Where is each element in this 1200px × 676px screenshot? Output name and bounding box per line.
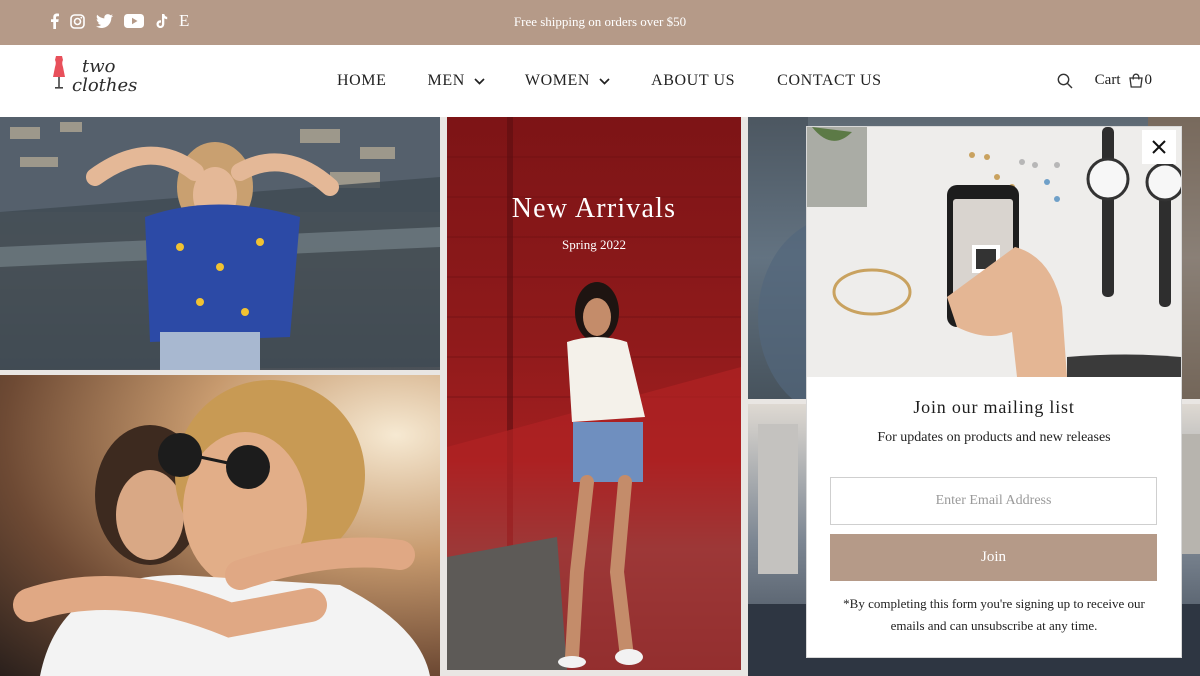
cart-link[interactable]: Cart [1095,72,1121,89]
nav-women-label: WOMEN [524,72,591,89]
join-button[interactable]: Join [830,534,1157,581]
header-tools: Cart 0 [1057,72,1152,89]
newsletter-popup: Join our mailing list For updates on pro… [806,126,1182,658]
hero-subtitle: Spring 2022 [562,237,626,252]
announcement-bar: E Free shipping on orders over $50 [0,0,1200,45]
logo-line-2: clothes [72,75,138,96]
logo-line-1: two [82,56,116,77]
search-icon[interactable] [1057,73,1073,89]
chevron-down-icon [599,77,610,85]
hero-image-rooftop[interactable] [0,117,440,370]
nav-about-label: ABOUT US [651,72,736,89]
logo[interactable]: two clothes [52,55,142,105]
popup-disclaimer: *By completing this form you're signing … [843,596,1145,633]
main-nav: HOME MEN WOMEN ABOUT US CONTACT US [337,72,882,90]
chevron-down-icon [474,77,485,85]
nav-women[interactable]: WOMEN [525,72,610,90]
logo-text: two clothes [70,57,137,95]
shopping-bag-icon[interactable] [1128,73,1144,88]
nav-contact-us[interactable]: CONTACT US [777,72,881,90]
nav-home[interactable]: HOME [337,72,387,90]
popup-image-phone-watches [807,127,1181,377]
popup-title: Join our mailing list [913,397,1075,417]
nav-about-us[interactable]: ABOUT US [651,72,735,90]
cart-count: 0 [1144,72,1153,88]
nav-home-label: HOME [337,72,387,89]
hero-image-couple[interactable] [0,375,440,676]
announcement-text: Free shipping on orders over $50 [513,14,687,29]
hero-title: New Arrivals [511,193,677,224]
close-button[interactable] [1142,130,1176,164]
site-header: two clothes HOME MEN WOMEN ABOUT US CONT… [0,45,1200,117]
email-input[interactable] [830,477,1157,525]
nav-men[interactable]: MEN [428,72,485,90]
nav-men-label: MEN [427,72,465,89]
close-icon [1152,140,1166,154]
dress-form-icon [53,56,65,89]
nav-contact-label: CONTACT US [777,72,882,89]
popup-subtitle: For updates on products and new releases [877,430,1111,445]
